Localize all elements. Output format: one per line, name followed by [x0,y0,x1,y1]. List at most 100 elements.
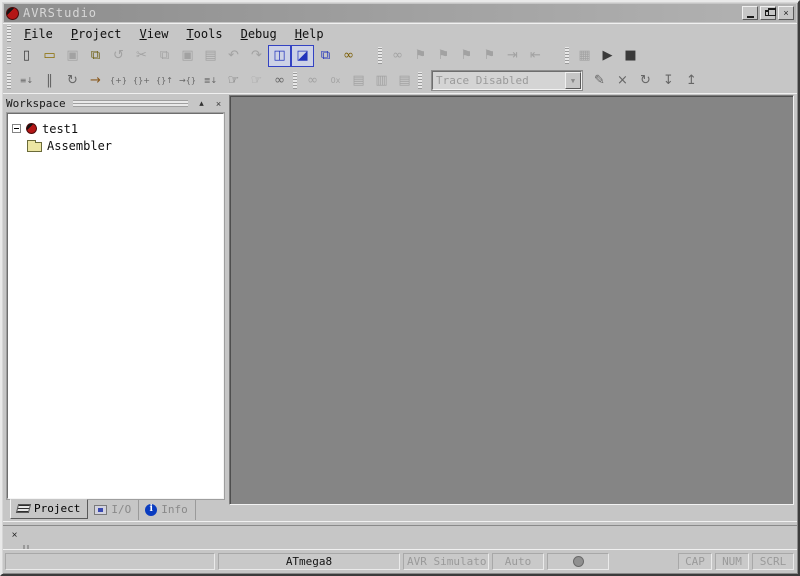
menu-project[interactable]: Project [62,25,131,43]
save-all-button[interactable]: ⧉ [84,45,107,67]
tab-label: I/O [111,503,131,516]
chip-icon [94,505,107,515]
go-button[interactable]: → [84,70,107,92]
status-mode: Auto [492,553,544,570]
title-bar: AVRStudio × [4,4,796,22]
toggle-workspace-button[interactable]: ◫ [268,45,291,67]
memory-window-button[interactable]: ▥ [370,70,393,92]
redo-button[interactable]: ↷ [245,45,268,67]
toolbar-grip[interactable] [7,47,11,64]
combo-value: Trace Disabled [433,72,565,89]
scroll-bottom-button[interactable]: ↧ [657,70,680,92]
minimize-button[interactable] [742,6,758,20]
disassembler-button[interactable]: ▤ [393,70,416,92]
next-bookmark-button[interactable]: ⚑ [432,45,455,67]
standard-toolbar: ▯▭▣⧉↺✂⧉▣▤↶↷◫◪⧉∞∞⚑⚑⚑⚑⇥⇤▦▶■ [3,43,797,68]
papers-icon [16,504,31,513]
find-in-files-button[interactable]: ∞ [337,45,360,67]
status-scroll: SCRL [752,553,794,570]
trace-mode-combo[interactable]: Trace Disabled▼ [432,71,582,90]
pin-up-icon: ▴ [199,98,204,109]
output-close-button[interactable]: × [8,529,21,541]
tab-info[interactable]: i Info [139,500,196,520]
toolbar-grip[interactable] [565,47,569,64]
trace-style-button[interactable]: ✎ [588,70,611,92]
revert-button[interactable]: ↺ [107,45,130,67]
toolbar-grip[interactable] [418,72,422,89]
toolbar-grip[interactable] [7,72,11,89]
menu-help[interactable]: Help [286,25,333,43]
step-into-button[interactable]: {+} [107,70,130,92]
run-button[interactable]: ▶ [596,45,619,67]
step-over-button[interactable]: {}+ [130,70,153,92]
new-file-button[interactable]: ▯ [15,45,38,67]
toolbar-grip[interactable] [293,72,297,89]
find-button[interactable]: ∞ [386,45,409,67]
toggle-output-button[interactable]: ◪ [291,45,314,67]
run-to-cursor-button[interactable]: →{} [176,70,199,92]
status-caps: CAP [678,553,712,570]
workspace-grip[interactable] [73,100,188,107]
cascade-windows-button[interactable]: ⧉ [314,45,337,67]
scroll-top-button[interactable]: ↥ [680,70,703,92]
workspace-close-button[interactable]: × [212,98,225,110]
watch-window-button[interactable]: ∞ [301,70,324,92]
tree-item-project[interactable]: test1 [12,120,219,137]
menu-grip[interactable] [7,25,11,42]
cut-button[interactable]: ✂ [130,45,153,67]
save-button[interactable]: ▣ [61,45,84,67]
chevron-down-icon[interactable]: ▼ [565,72,581,89]
toggle-bookmark-button[interactable]: ⚑ [409,45,432,67]
project-tree: test1 Assembler [7,113,224,499]
workspace-tabs: Project I/O i Info [6,499,225,521]
break-button[interactable]: ☞ [222,70,245,92]
restore-button[interactable] [760,6,776,20]
info-icon: i [145,504,157,516]
workspace-pane: Workspace ▴ × test1 Assembler [3,94,227,521]
paste-button[interactable]: ▣ [176,45,199,67]
display-next-statement-button[interactable]: ≡↓ [15,70,38,92]
trace-restart-button[interactable]: ↻ [634,70,657,92]
tree-item-assembler[interactable]: Assembler [27,137,219,154]
menu-debug[interactable]: Debug [232,25,286,43]
outdent-button[interactable]: ⇤ [524,45,547,67]
project-ladybug-icon [26,123,37,134]
close-icon: × [216,99,221,109]
tab-project[interactable]: Project [10,499,88,519]
register-window-button[interactable]: ▤ [347,70,370,92]
menu-view[interactable]: View [131,25,178,43]
tab-io[interactable]: I/O [88,500,139,520]
quickwatch-button[interactable]: ∞ [268,70,291,92]
mdi-client-area [229,95,794,505]
print-button[interactable]: ▤ [199,45,222,67]
indent-button[interactable]: ⇥ [501,45,524,67]
debug-toolbar: ≡↓‖↻→{+}{}+{}↑→{}≣↓☞☞∞∞0x▤▥▤Trace Disabl… [3,68,797,93]
workspace-pin-button[interactable]: ▴ [195,98,208,110]
undo-button[interactable]: ↶ [222,45,245,67]
clear-trace-button[interactable]: × [611,70,634,92]
open-file-button[interactable]: ▭ [38,45,61,67]
status-led-icon [573,556,584,567]
hex-display-button[interactable]: 0x [324,70,347,92]
trace-buffer-button[interactable]: ▦ [573,45,596,67]
clear-bookmarks-button[interactable]: ⚑ [478,45,501,67]
mdi-wrapper [227,94,797,521]
stop-button[interactable]: ■ [619,45,642,67]
workspace-header: Workspace ▴ × [6,96,225,111]
close-icon: × [783,8,788,18]
close-icon: × [12,530,18,541]
menu-tools[interactable]: Tools [177,25,231,43]
toolbar-grip[interactable] [378,47,382,64]
reset-button[interactable]: ↻ [61,70,84,92]
menu-file[interactable]: File [15,25,62,43]
app-window: AVRStudio × File Project View Tools Debu… [0,0,800,576]
prev-bookmark-button[interactable]: ⚑ [455,45,478,67]
copy-button[interactable]: ⧉ [153,45,176,67]
collapse-icon[interactable] [12,124,21,133]
halt-button[interactable]: ☞ [245,70,268,92]
autostep-button[interactable]: ≣↓ [199,70,222,92]
step-out-button[interactable]: {}↑ [153,70,176,92]
close-button[interactable]: × [778,6,794,20]
status-message [5,553,215,570]
pause-button[interactable]: ‖ [38,70,61,92]
